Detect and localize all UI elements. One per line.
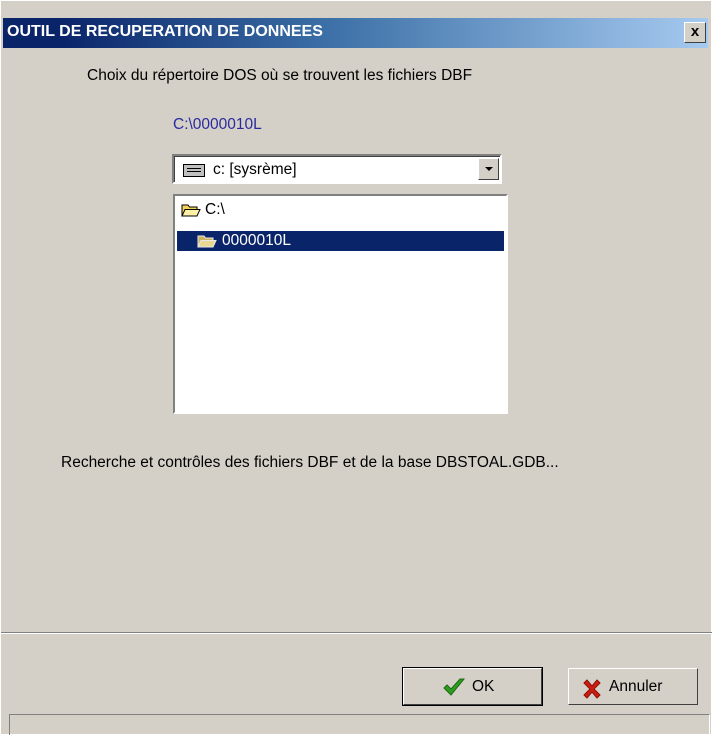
close-button[interactable]: x [684,22,706,43]
directory-list[interactable]: C:\ 0000010L [173,194,508,414]
ok-button-label: OK [472,678,495,695]
dialog-window: OUTIL DE RECUPERATION DE DONNEES x Choix… [0,0,712,735]
open-folder-icon [181,204,201,217]
checkmark-icon [443,678,466,696]
status-message: Recherche et contrôles des fichiers DBF … [61,454,559,471]
drive-icon [183,164,205,177]
open-folder-icon [197,235,217,248]
close-icon: x [690,23,700,40]
cancel-button-label: Annuler [609,678,663,695]
directory-label: 0000010L [222,232,291,249]
directory-item[interactable]: C:\ [177,200,504,220]
current-path-label: C:\0000010L [173,116,262,133]
instruction-label: Choix du répertoire DOS où se trouvent l… [87,67,473,84]
window-title: OUTIL DE RECUPERATION DE DONNEES [7,23,323,40]
directory-item-selected[interactable]: 0000010L [177,231,504,251]
ok-button[interactable]: OK [402,667,543,706]
cross-icon [583,679,601,699]
status-bar [9,714,710,735]
directory-label: C:\ [205,201,225,218]
drive-select-value: c: [sysrème] [213,161,297,178]
drive-select[interactable]: c: [sysrème] [172,154,502,184]
dropdown-arrow-button[interactable] [478,158,499,180]
divider [1,632,712,634]
cancel-button[interactable]: Annuler [568,668,698,705]
title-bar[interactable]: OUTIL DE RECUPERATION DE DONNEES x [3,18,708,48]
